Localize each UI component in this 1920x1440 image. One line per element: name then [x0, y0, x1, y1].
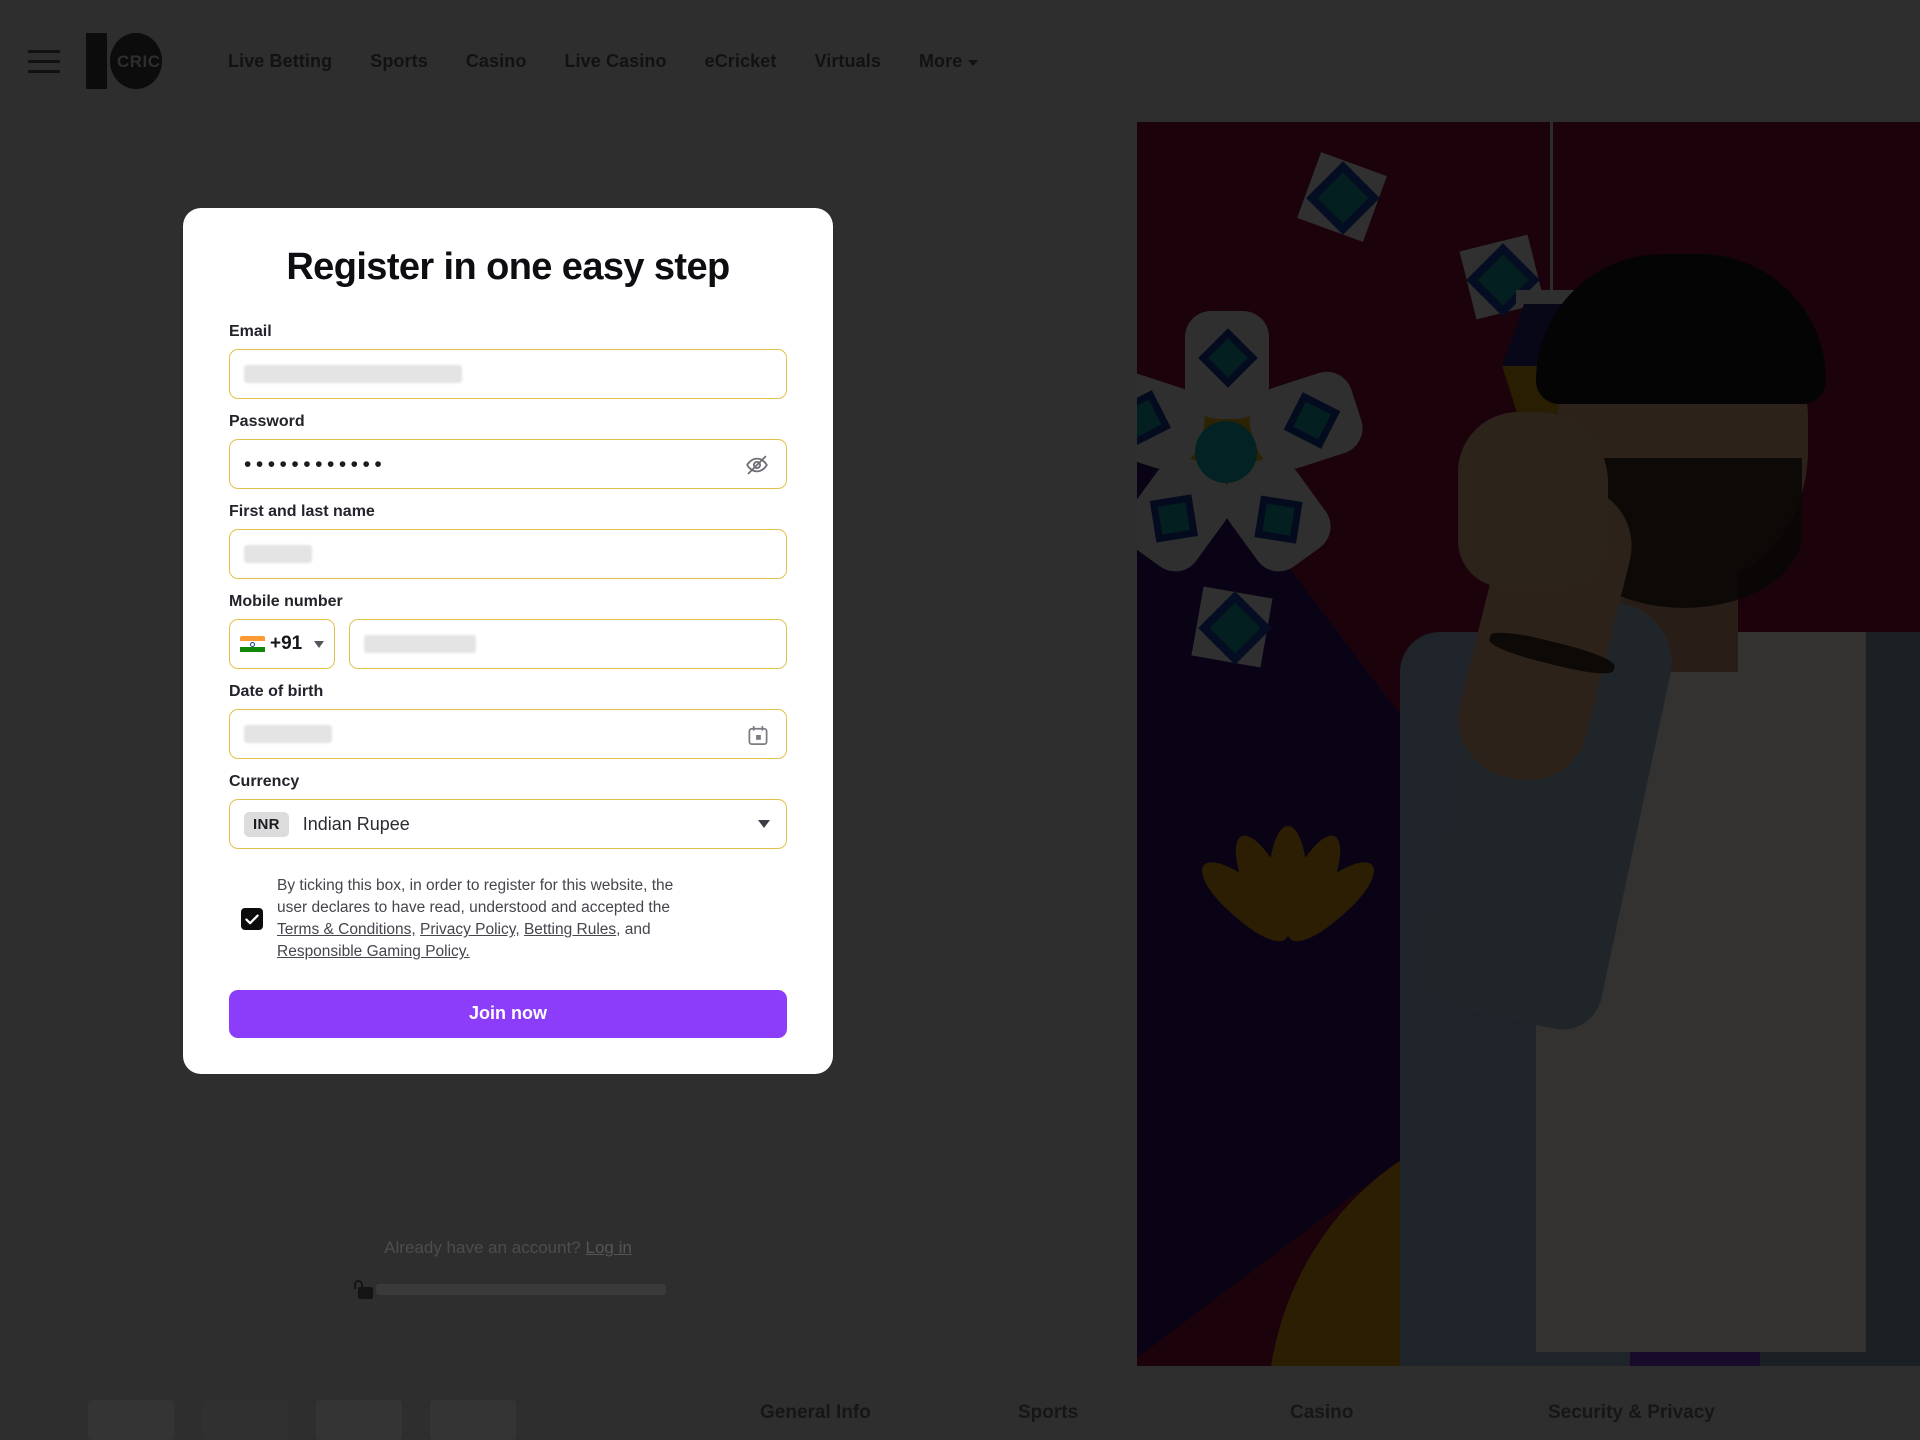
- footer-logo-tile[interactable]: [430, 1400, 516, 1440]
- dob-input[interactable]: [229, 709, 787, 759]
- mobile-row: +91: [229, 619, 787, 669]
- site-footer: General Info Sports Casino Security & Pr…: [0, 1378, 1920, 1440]
- dob-field-group: Date of birth: [229, 683, 787, 759]
- terms-checkbox[interactable]: [241, 908, 263, 931]
- currency-code-badge: INR: [244, 811, 289, 837]
- email-input[interactable]: [229, 349, 787, 399]
- fullname-label: First and last name: [229, 503, 375, 520]
- nav-label: Live Betting: [228, 50, 333, 71]
- nav-item-ecricket[interactable]: eCricket: [705, 51, 777, 72]
- mobile-number-input[interactable]: [349, 619, 787, 669]
- nav-label: Virtuals: [814, 50, 881, 71]
- currency-select[interactable]: INR Indian Rupee: [229, 799, 787, 849]
- join-now-button[interactable]: Join now: [229, 989, 787, 1038]
- currency-name: Indian Rupee: [302, 813, 410, 834]
- fullname-field-group: First and last name: [229, 503, 787, 579]
- footer-column-security-privacy[interactable]: Security & Privacy: [1548, 1402, 1715, 1424]
- nav-label: Casino: [465, 50, 527, 71]
- email-redacted-value: [244, 365, 462, 383]
- currency-field-group: Currency INR Indian Rupee: [229, 773, 787, 849]
- hero-promo-artwork: [1137, 122, 1920, 1366]
- footer-partner-logos: [88, 1400, 516, 1440]
- registration-modal: Register in one easy step Email Password…: [183, 208, 833, 1074]
- email-label: Email: [229, 323, 272, 340]
- chevron-down-icon: [968, 59, 979, 66]
- page-title: Register in one easy step: [286, 246, 730, 288]
- responsible-gaming-link[interactable]: Responsible Gaming Policy.: [277, 943, 470, 960]
- nav-item-live-casino[interactable]: Live Casino: [564, 51, 666, 72]
- india-flag-icon: [240, 635, 265, 653]
- secure-notice-text: [375, 1284, 666, 1295]
- terms-conditions-link[interactable]: Terms & Conditions,: [277, 921, 416, 938]
- hero-dim-overlay: [1137, 122, 1920, 1366]
- dob-redacted-value: [244, 725, 332, 743]
- brand-logo[interactable]: CRIC: [84, 30, 162, 92]
- mobile-field-group: Mobile number +91: [229, 593, 787, 669]
- nav-label: Sports: [370, 50, 428, 71]
- log-in-link[interactable]: Log in: [586, 1238, 632, 1257]
- nav-item-casino[interactable]: Casino: [466, 51, 527, 72]
- footer-column-sports[interactable]: Sports: [1018, 1402, 1290, 1424]
- nav-label: More: [918, 50, 963, 71]
- terms-text: By ticking this box, in order to registe…: [277, 875, 673, 964]
- logo-wordmark: CRIC: [117, 52, 161, 71]
- chevron-down-icon: [758, 820, 770, 828]
- secure-notice: [183, 1280, 833, 1299]
- betting-rules-link[interactable]: Betting Rules: [524, 921, 616, 938]
- mobile-label: Mobile number: [229, 593, 343, 610]
- nav-item-more[interactable]: More: [918, 50, 979, 72]
- login-prompt-text: Already have an account?: [384, 1238, 581, 1257]
- register-page: CRIC Live Betting Sports Casino Live Cas…: [0, 0, 1920, 1440]
- nav-item-sports[interactable]: Sports: [370, 51, 428, 72]
- privacy-policy-link[interactable]: Privacy Policy,: [420, 921, 520, 938]
- currency-label: Currency: [229, 773, 300, 790]
- country-code-value: +91: [270, 633, 303, 654]
- fullname-input[interactable]: [229, 529, 787, 579]
- terms-line-1: By ticking this box, in order to registe…: [277, 877, 674, 894]
- email-field-group: Email: [229, 323, 787, 399]
- footer-logo-tile[interactable]: [202, 1400, 288, 1440]
- nav-item-live-betting[interactable]: Live Betting: [228, 51, 332, 72]
- password-label: Password: [229, 413, 305, 430]
- site-header: CRIC Live Betting Sports Casino Live Cas…: [0, 0, 1920, 122]
- footer-logo-tile[interactable]: [88, 1400, 174, 1440]
- footer-columns: General Info Sports Casino Security & Pr…: [760, 1402, 1715, 1424]
- calendar-icon[interactable]: [746, 724, 770, 747]
- hamburger-icon[interactable]: [22, 39, 66, 83]
- main-nav: Live Betting Sports Casino Live Casino e…: [228, 50, 979, 72]
- lock-icon: [351, 1280, 373, 1299]
- password-input[interactable]: ••••••••••••: [229, 439, 787, 489]
- footer-logo-tile[interactable]: [316, 1400, 402, 1440]
- terms-conjunction: , and: [616, 921, 651, 939]
- footer-column-general-info[interactable]: General Info: [760, 1402, 1018, 1424]
- eye-off-icon[interactable]: [744, 453, 770, 477]
- fullname-redacted-value: [244, 545, 312, 563]
- logo-one-glyph: [86, 33, 107, 89]
- nav-item-virtuals[interactable]: Virtuals: [814, 51, 881, 72]
- terms-line-2: user declares to have read, understood a…: [277, 899, 670, 917]
- chevron-down-icon: [314, 640, 324, 648]
- password-masked-value: ••••••••••••: [244, 452, 387, 476]
- terms-consent-row: By ticking this box, in order to registe…: [241, 875, 787, 964]
- footer-column-casino[interactable]: Casino: [1290, 1402, 1548, 1424]
- login-prompt: Already have an account? Log in: [183, 1238, 833, 1258]
- password-field-group: Password ••••••••••••: [229, 413, 787, 489]
- mobile-redacted-value: [364, 635, 476, 653]
- nav-label: Live Casino: [564, 50, 667, 71]
- dob-label: Date of birth: [229, 683, 324, 700]
- country-code-select[interactable]: +91: [229, 619, 335, 669]
- below-modal-area: Already have an account? Log in: [183, 1238, 833, 1299]
- nav-label: eCricket: [704, 50, 777, 71]
